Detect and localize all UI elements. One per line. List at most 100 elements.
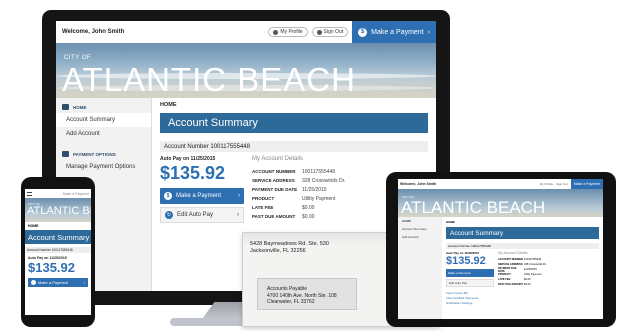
- tablet-account-number: Account Number 100117555448: [446, 243, 599, 249]
- tablet-sidebar-item-add-account[interactable]: Add Account: [398, 233, 442, 241]
- detail-value: $0.00: [524, 278, 531, 281]
- dollar-icon: $: [164, 192, 172, 200]
- make-payment-button[interactable]: $ Make a Payment ›: [160, 188, 244, 204]
- detail-key: PAST DUE AMOUNT: [252, 214, 296, 219]
- detail-value: $0.00: [302, 204, 315, 211]
- tablet-edit-autopay-button[interactable]: Edit Auto Pay: [446, 279, 494, 287]
- user-icon: [273, 29, 279, 35]
- detail-key: SERVICE ADDRESS: [252, 178, 295, 183]
- tablet: Welcome, John Smith My Profile Sign Out …: [386, 172, 616, 327]
- chevron-right-icon: ›: [237, 212, 239, 218]
- detail-value: $0.00: [302, 213, 315, 220]
- chevron-right-icon: ›: [427, 28, 430, 36]
- phone-breadcrumb: HOME: [28, 224, 39, 228]
- phone-page-title: Account Summary: [25, 230, 91, 244]
- phone-account-number: Account Number 100117555448: [25, 247, 91, 253]
- refresh-icon: ↻: [165, 211, 173, 219]
- tablet-account-details-title: My Account Details: [498, 251, 528, 255]
- detail-key: PAYMENT DUE DATE: [498, 266, 517, 273]
- tablet-make-payment-top-button[interactable]: Make a Payment: [570, 179, 603, 189]
- tablet-welcome-text: Welcome, John Smith: [400, 182, 437, 186]
- account-details-title: My Account Details: [252, 156, 304, 162]
- hero-banner: CITY OF ATLANTIC BEACH: [56, 43, 436, 98]
- detail-key: PRODUCT: [498, 273, 511, 276]
- detail-key: ACCOUNT NUMBER: [498, 258, 524, 261]
- make-payment-top-label: Make a Payment: [371, 28, 424, 36]
- tablet-account-details: My Account Details ACCOUNT NUMBER 1001175…: [498, 251, 599, 306]
- account-number-bar: Account Number 100117555448: [160, 141, 428, 152]
- breadcrumb: HOME: [160, 102, 177, 108]
- phone-hero-city-name: ATLANTIC BEACH: [27, 205, 91, 217]
- dollar-icon: $: [358, 27, 368, 37]
- sign-out-label: Sign Out: [323, 29, 344, 35]
- device-mockup-scene: Welcome, John Smith My Profile Sign Out …: [0, 0, 617, 331]
- tablet-detail-row: PAST DUE AMOUNT $0.00: [498, 282, 599, 287]
- phone-make-payment-label: Make a Payment: [38, 280, 69, 285]
- tablet-page-title: Account Summary: [446, 227, 599, 239]
- phone-topbar: Make a Payment: [25, 189, 91, 198]
- tablet-hero-banner: CITY OF ATLANTIC BEACH: [398, 189, 603, 217]
- sidebar-item-add-account[interactable]: Add Account: [56, 127, 151, 141]
- sidebar-section-home[interactable]: HOME: [56, 98, 151, 113]
- envelope-return-address: 5428 Baymeadows Rd. Ste. 530 Jacksonvill…: [250, 241, 329, 255]
- return-address-line: 5428 Baymeadows Rd. Ste. 530: [250, 241, 329, 247]
- power-icon: [316, 29, 322, 35]
- hero-city-name: ATLANTIC BEACH: [62, 61, 356, 98]
- tablet-links: View Invoice Bill View Unbilled Payments…: [446, 291, 494, 306]
- detail-value: Utility Payment: [524, 273, 542, 276]
- tablet-topbar: Welcome, John Smith My Profile Sign Out …: [398, 179, 603, 189]
- tablet-my-profile-button[interactable]: My Profile: [540, 182, 553, 186]
- tablet-make-payment-button[interactable]: Make a Payment: [446, 269, 494, 277]
- tablet-sidebar-home[interactable]: HOME: [398, 217, 442, 225]
- detail-key: PAST DUE AMOUNT: [498, 283, 523, 286]
- make-payment-top-button[interactable]: $ Make a Payment ›: [352, 21, 436, 43]
- edit-autopay-label: Edit Auto Pay: [177, 212, 214, 218]
- tablet-amount-due: $135.92: [446, 255, 486, 267]
- sign-out-button[interactable]: Sign Out: [311, 27, 349, 37]
- detail-key: PRODUCT: [252, 196, 275, 201]
- sidebar-section-label: PAYMENT OPTIONS: [73, 151, 116, 157]
- hamburger-menu-icon[interactable]: [27, 191, 32, 196]
- tablet-hero-city-name: ATLANTIC BEACH: [401, 198, 546, 217]
- recipient-address-line: Clearwater, FL 33762: [267, 299, 315, 305]
- chevron-right-icon: ›: [238, 193, 240, 199]
- make-payment-label: Make a Payment: [176, 193, 222, 199]
- sidebar-item-manage-payment-options[interactable]: Manage Payment Options: [56, 160, 151, 174]
- phone-screen: Make a Payment CITY OF ATLANTIC BEACH HO…: [25, 189, 91, 315]
- autopay-text: Auto Pay on 11/25/2015: [160, 156, 216, 162]
- edit-autopay-button[interactable]: ↻ Edit Auto Pay ›: [160, 207, 244, 223]
- detail-key: LATE FEE: [252, 205, 274, 210]
- envelope-recipient-address: Accounts Payable 4700 140th Ave. North S…: [267, 286, 337, 306]
- detail-value: 328 Crosswinds Dr.: [302, 177, 346, 184]
- detail-value: $0.00: [524, 283, 531, 286]
- welcome-text: Welcome, John Smith: [62, 29, 125, 35]
- detail-key: PAYMENT DUE DATE: [252, 187, 298, 192]
- phone-make-payment-link[interactable]: Make a Payment: [63, 192, 89, 196]
- phone-hero-banner: CITY OF ATLANTIC BEACH: [25, 198, 91, 222]
- tablet-link-notification-settings[interactable]: Notification Settings: [446, 301, 494, 306]
- tablet-sidebar-item-account-summary[interactable]: Account Summary: [398, 225, 442, 233]
- dollar-icon: [31, 280, 36, 285]
- tablet-screen: Welcome, John Smith My Profile Sign Out …: [398, 179, 603, 319]
- detail-value: 100117555448: [524, 258, 542, 261]
- sidebar-section-payment-options[interactable]: PAYMENT OPTIONS: [56, 145, 151, 160]
- my-profile-label: My Profile: [280, 29, 303, 35]
- return-address-line: Jacksonville, FL 32256: [250, 248, 306, 254]
- detail-value: Utility Payment: [302, 195, 336, 202]
- tablet-sidebar: HOME Account Summary Add Account: [398, 217, 442, 319]
- desktop-topbar: Welcome, John Smith My Profile Sign Out …: [56, 21, 436, 43]
- home-icon: [62, 104, 69, 110]
- detail-value: 328 Crosswinds Dr.: [524, 263, 547, 266]
- detail-value: 11/25/2015: [302, 186, 327, 193]
- detail-value: 100117555448: [302, 168, 335, 175]
- my-profile-button[interactable]: My Profile: [268, 27, 308, 37]
- detail-key: ACCOUNT NUMBER: [252, 169, 296, 174]
- tablet-breadcrumb: HOME: [446, 220, 455, 224]
- detail-value: 11/25/2015: [524, 268, 537, 271]
- tablet-sign-out-button[interactable]: Sign Out: [556, 182, 568, 186]
- sidebar-item-account-summary[interactable]: Account Summary: [56, 113, 151, 127]
- card-icon: [62, 151, 69, 157]
- amount-due: $135.92: [160, 163, 226, 183]
- tablet-main-content: HOME Account Summary Account Number 1001…: [442, 217, 603, 319]
- phone-make-payment-button[interactable]: Make a Payment ›: [28, 278, 88, 287]
